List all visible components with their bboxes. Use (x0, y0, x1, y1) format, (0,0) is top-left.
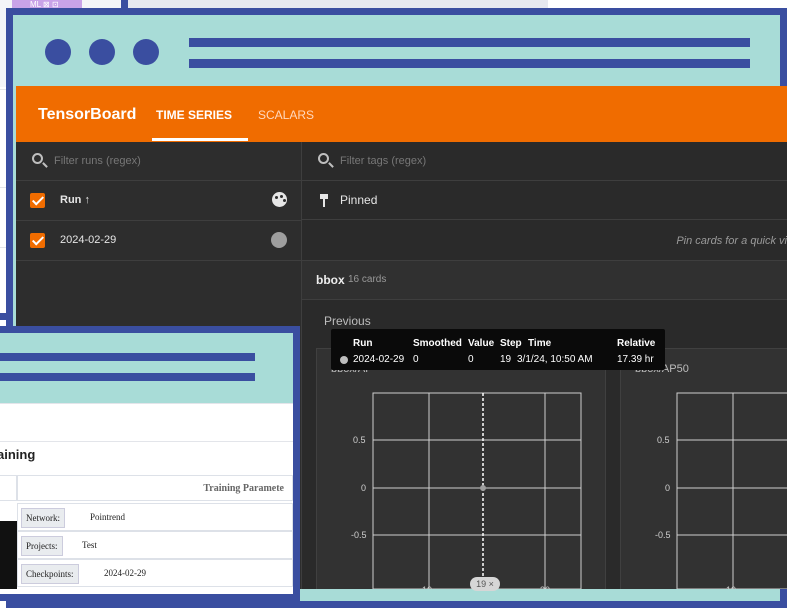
card-plot (372, 392, 582, 589)
search-icon (318, 153, 329, 164)
training-parameters-title: Training Paramete (203, 483, 284, 494)
tooltip-run: 2024-02-29 (353, 354, 405, 365)
y-tick-label: -0.5 (655, 530, 671, 540)
tooltip-time: 3/1/24, 10:50 AM (517, 354, 593, 365)
group-name: bbox (316, 273, 345, 287)
y-tick-label: 0 (361, 483, 367, 493)
param-value: Pointrend (90, 512, 125, 522)
card-plot (676, 392, 787, 589)
training-parameters-header: Training Paramete (17, 475, 293, 501)
runs-sort-header[interactable]: Run ↑ (60, 194, 90, 206)
app-title: TensorBoard (38, 106, 137, 123)
param-value: 2024-02-29 (104, 568, 146, 578)
divider (0, 441, 293, 442)
card-group-header[interactable]: bbox 16 cards (302, 260, 787, 300)
run-row: 2024-02-29 (16, 221, 301, 261)
tooltip-header: Relative (617, 338, 656, 349)
tensorboard-header: TensorBoard TIME SERIES SCALARS (16, 86, 787, 142)
chart-tooltip: Run Smoothed Value Step Time Relative 20… (331, 329, 665, 370)
tooltip-header: Run (353, 338, 373, 349)
window-title-bar (0, 373, 255, 381)
y-tick-label: 0.5 (657, 435, 670, 445)
param-row-checkpoints: Checkpoints: 2024-02-29 (17, 559, 293, 587)
pin-icon (320, 194, 328, 207)
x-tick-label: 30 (540, 585, 550, 589)
param-label: Projects: (21, 536, 63, 556)
tooltip-relative: 17.39 hr (617, 354, 654, 365)
x-tick-label: 10 (422, 585, 432, 589)
tab-scalars[interactable]: SCALARS (258, 108, 314, 122)
select-all-checkbox[interactable] (30, 193, 45, 208)
frame-border (293, 326, 300, 589)
y-tick-label: 0 (665, 483, 671, 493)
tooltip-header: Smoothed (413, 338, 462, 349)
pinned-row: Pinned (302, 181, 787, 220)
window-dot-icon (89, 39, 115, 65)
search-icon (32, 153, 43, 164)
window-title-bar (189, 59, 750, 68)
tooltip-step: 19 (500, 354, 512, 365)
window-title-bar (0, 353, 255, 361)
pinned-label: Pinned (340, 193, 378, 207)
window-dot-icon (45, 39, 71, 65)
param-value: Test (82, 540, 97, 550)
run-checkbox[interactable] (30, 233, 45, 248)
param-label: Checkpoints: (21, 564, 79, 584)
page-title: aining (0, 447, 36, 462)
window-title-bar (189, 38, 750, 47)
image-preview (0, 521, 17, 589)
filter-tags-input[interactable]: Filter tags (regex) (302, 142, 787, 181)
tooltip-run-color-icon (340, 356, 348, 364)
runs-header-row: Run ↑ (16, 181, 301, 221)
tab-time-series[interactable]: TIME SERIES (156, 108, 232, 122)
run-name: 2024-02-29 (60, 234, 117, 246)
filter-runs-input[interactable]: Filter runs (regex) (16, 142, 301, 181)
group-count: 16 cards (348, 274, 387, 285)
param-row-projects: Projects: Test (17, 531, 293, 559)
previous-label: Previous (324, 314, 371, 328)
tooltip-value: 0 (468, 354, 474, 365)
param-label: Network: (21, 508, 65, 528)
tooltip-header: Value (468, 338, 495, 349)
divider (0, 403, 293, 404)
tooltip-header: Step (500, 338, 522, 349)
param-row-network: Network: Pointrend (17, 503, 293, 531)
training-panel: aining Training Paramete Network: Pointr… (0, 403, 293, 589)
pin-hint: Pin cards for a quick vi (676, 235, 787, 247)
palette-icon[interactable] (272, 192, 287, 207)
tooltip-smoothed: 0 (413, 354, 419, 365)
y-tick-label: -0.5 (351, 530, 367, 540)
y-tick-label: 0.5 (353, 435, 366, 445)
scalar-card[interactable]: bbox/AP50 0.5 0 -0.5 10 (620, 348, 787, 589)
table-cell (0, 475, 17, 501)
window-dot-icon (133, 39, 159, 65)
scalar-card[interactable]: bbox/AP 0.5 0 -0.5 10 30 (316, 348, 606, 589)
run-color-swatch[interactable] (271, 232, 287, 248)
x-tick-label: 10 (726, 585, 736, 589)
active-tab-indicator (152, 138, 248, 141)
filter-runs-placeholder: Filter runs (regex) (54, 155, 141, 167)
tooltip-header: Time (528, 338, 552, 349)
filter-tags-placeholder: Filter tags (regex) (340, 155, 427, 167)
